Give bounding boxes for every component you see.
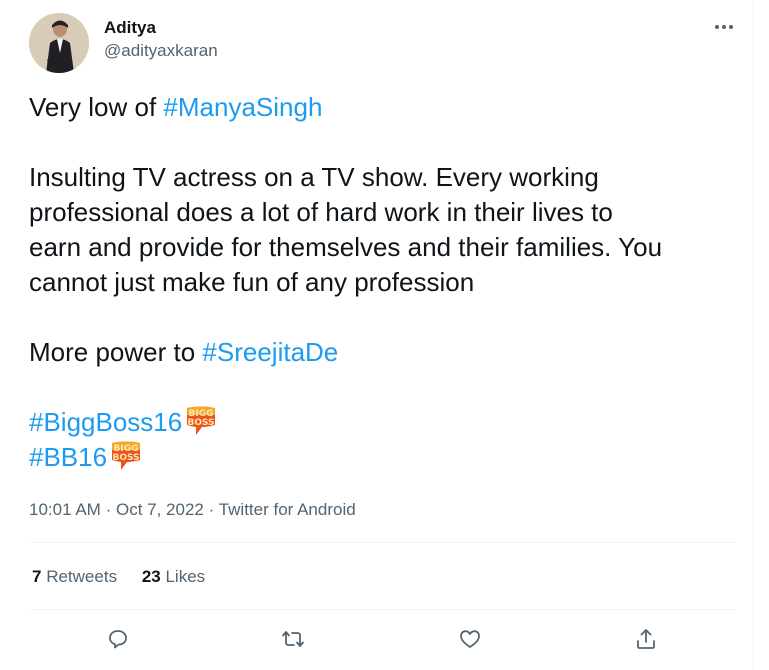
tweet-line: More power to #SreejitaDe bbox=[29, 337, 339, 367]
tweet-line: #BiggBoss16 BIGG BOSS bbox=[29, 405, 739, 440]
tweet-line: Insulting TV actress on a TV show. Every… bbox=[29, 162, 599, 192]
retweets-stat[interactable]: 7 Retweets bbox=[32, 566, 117, 588]
tweet-line: earn and provide for themselves and thei… bbox=[29, 232, 663, 262]
tweet-source[interactable]: Twitter for Android bbox=[219, 500, 356, 519]
tweet-line: cannot just make fun of any profession bbox=[29, 267, 475, 297]
tweet-stats: 7 Retweets 23 Likes bbox=[32, 566, 225, 588]
tweet-meta: 10:01 AM · Oct 7, 2022 · Twitter for And… bbox=[29, 499, 356, 521]
bigg-boss-logo: BIGG BOSS bbox=[184, 405, 218, 437]
tweet-card: Aditya @adityaxkaran Very low of #ManyaS… bbox=[0, 0, 754, 670]
more-options-icon[interactable] bbox=[713, 19, 735, 35]
reply-icon[interactable] bbox=[101, 622, 135, 656]
user-info: Aditya @adityaxkaran bbox=[104, 17, 218, 62]
author-name[interactable]: Aditya bbox=[104, 17, 218, 39]
tweet-actions bbox=[29, 622, 736, 656]
meta-separator: · bbox=[105, 500, 112, 519]
avatar[interactable] bbox=[29, 13, 89, 73]
hashtag-bb16[interactable]: #BB16 bbox=[29, 442, 107, 472]
divider bbox=[29, 609, 736, 610]
hashtag-biggboss16[interactable]: #BiggBoss16 bbox=[29, 407, 182, 437]
bigg-boss-logo: BIGG BOSS bbox=[109, 440, 143, 472]
likes-stat[interactable]: 23 Likes bbox=[142, 566, 205, 588]
hashtag-sreejitade[interactable]: #SreejitaDe bbox=[202, 337, 338, 367]
meta-separator: · bbox=[208, 500, 215, 519]
tweet-text: Very low of #ManyaSingh Insulting TV act… bbox=[29, 90, 739, 475]
retweet-icon[interactable] bbox=[276, 622, 310, 656]
share-icon[interactable] bbox=[629, 622, 663, 656]
hashtag-manyasingh[interactable]: #ManyaSingh bbox=[163, 92, 322, 122]
like-icon[interactable] bbox=[453, 622, 487, 656]
tweet-line: professional does a lot of hard work in … bbox=[29, 197, 613, 227]
svg-text:BOSS: BOSS bbox=[188, 418, 215, 428]
tweet-date[interactable]: Oct 7, 2022 bbox=[116, 500, 204, 519]
author-handle[interactable]: @adityaxkaran bbox=[104, 40, 218, 62]
divider bbox=[29, 542, 736, 543]
svg-text:BOSS: BOSS bbox=[113, 453, 140, 463]
tweet-line: Very low of #ManyaSingh bbox=[29, 92, 323, 122]
tweet-line: #BB16 BIGG BOSS bbox=[29, 440, 739, 475]
tweet-header: Aditya @adityaxkaran bbox=[29, 13, 739, 73]
tweet-time[interactable]: 10:01 AM bbox=[29, 500, 101, 519]
